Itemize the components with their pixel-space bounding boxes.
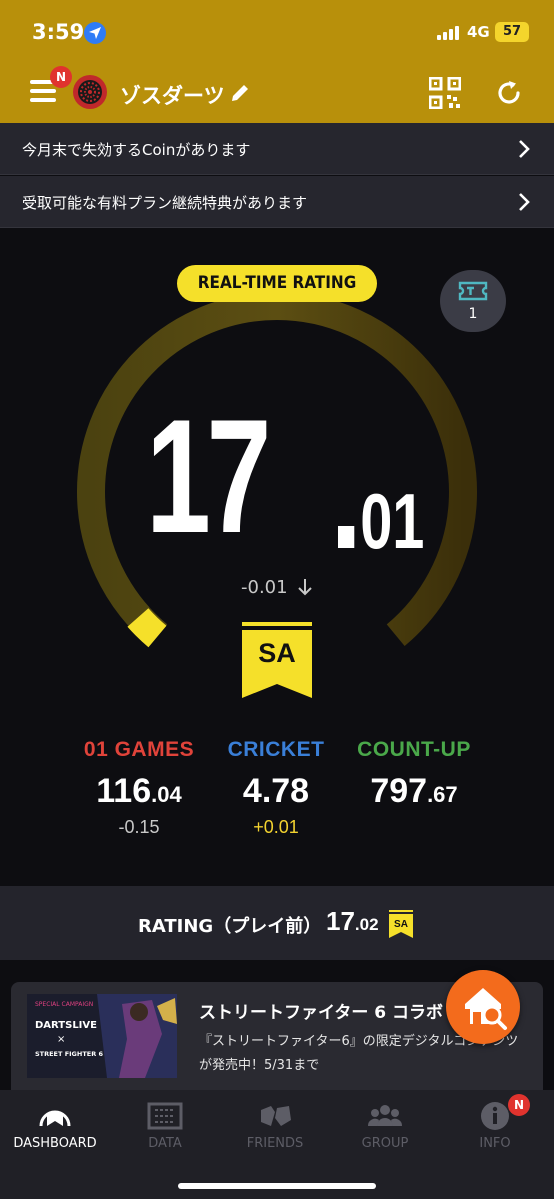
stat-01-games[interactable]: 01 GAMES 116.04 -0.15 — [69, 738, 209, 838]
home-search-icon — [465, 988, 507, 1030]
nav-label: DATA — [148, 1136, 182, 1151]
previous-class: SA — [394, 919, 408, 930]
nav-group[interactable]: GROUP — [330, 1090, 440, 1160]
ticket-count: 1 — [468, 306, 478, 322]
nav-dashboard[interactable]: DASHBOARD — [0, 1090, 110, 1160]
nav-label: INFO — [479, 1136, 511, 1151]
ticket-button[interactable]: 1 — [440, 270, 506, 332]
stat-value: 4.78 — [242, 772, 310, 810]
nav-label: GROUP — [361, 1136, 409, 1151]
friends-icon — [261, 1106, 291, 1126]
previous-rating-bar: RATING（プレイ前） 17.02 SA — [0, 886, 554, 960]
group-icon — [367, 1105, 403, 1126]
rating-decimal-group: 01 — [338, 482, 424, 560]
campaign-title: ストリートファイター 6 コラボ — [199, 1003, 443, 1023]
previous-class-badge: SA — [389, 910, 413, 938]
real-time-rating-label: REAL-TIME RATING — [177, 265, 377, 302]
stat-change: +0.01 — [253, 817, 299, 837]
stat-cricket[interactable]: CRICKET 4.78 +0.01 — [206, 738, 346, 838]
rating-decimal: 01 — [360, 477, 425, 565]
shop-search-fab[interactable] — [446, 970, 520, 1044]
nav-info[interactable]: INFO — [440, 1090, 550, 1160]
campaign-thumbnail: SPECIAL CAMPAIGN DARTSLIVE × STREET FIGH… — [27, 994, 177, 1078]
nav-label: FRIENDS — [246, 1136, 304, 1151]
nav-label: DASHBOARD — [13, 1136, 97, 1151]
stat-label: CRICKET — [227, 738, 325, 761]
home-indicator — [178, 1183, 376, 1189]
info-notification-badge: N — [508, 1094, 530, 1116]
rating-change: -0.01 — [241, 577, 288, 598]
stat-label: COUNT-UP — [357, 738, 471, 761]
stat-change: -0.15 — [118, 817, 160, 837]
dashboard-icon — [39, 1110, 71, 1127]
gauge-fill — [127, 608, 167, 648]
previous-rating-label: RATING（プレイ前） — [138, 916, 322, 937]
stat-value: 797.67 — [370, 772, 458, 810]
stat-value: 116.04 — [96, 772, 182, 810]
data-icon — [147, 1102, 183, 1130]
rating-class: SA — [258, 638, 296, 668]
stat-count-up[interactable]: COUNT-UP 797.67 — [344, 738, 484, 817]
svg-text:STREET FIGHTER 6: STREET FIGHTER 6 — [35, 1050, 103, 1058]
svg-text:×: × — [57, 1034, 65, 1045]
nav-friends[interactable]: FRIENDS — [220, 1090, 330, 1160]
stat-label: 01 GAMES — [83, 738, 195, 761]
svg-text:DARTSLIVE: DARTSLIVE — [35, 1020, 97, 1031]
svg-text:SPECIAL CAMPAIGN: SPECIAL CAMPAIGN — [35, 1001, 93, 1008]
previous-rating-value: 17.02 — [326, 906, 379, 936]
arrow-down-icon — [298, 579, 312, 596]
ticket-icon — [458, 281, 488, 301]
nav-data[interactable]: DATA — [110, 1090, 220, 1160]
rating-integer: 17 — [146, 386, 271, 567]
